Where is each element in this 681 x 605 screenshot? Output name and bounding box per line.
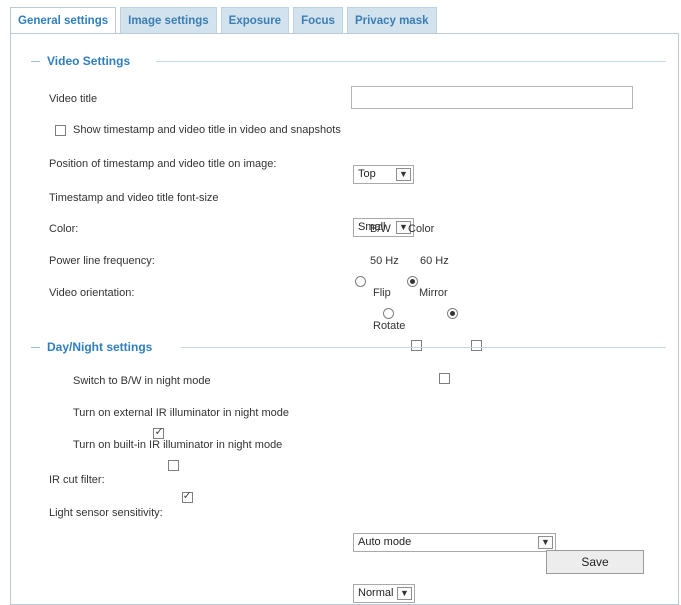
switch-bw-checkbox[interactable]: ✓ (153, 426, 165, 439)
video-orientation-label: Video orientation: (49, 287, 135, 299)
mirror-checkbox[interactable] (471, 340, 483, 351)
power-50hz-radio[interactable] (383, 308, 395, 319)
checkmark-icon: ✓ (154, 426, 164, 438)
tab-general-settings[interactable]: General settings (10, 7, 117, 34)
section-divider (181, 347, 666, 348)
flip-checkbox[interactable] (411, 340, 423, 351)
save-button[interactable]: Save (546, 550, 644, 574)
radio-selected-dot (450, 311, 456, 316)
font-size-label: Timestamp and video title font-size (49, 192, 219, 204)
power-line-label: Power line frequency: (49, 255, 155, 267)
light-sensor-select[interactable]: Normal ▼ (353, 584, 415, 603)
flip-label: Flip (373, 287, 391, 299)
tab-exposure[interactable]: Exposure (220, 7, 290, 33)
section-divider (156, 61, 666, 62)
settings-tabs: General settings Image settings Exposure… (10, 7, 441, 34)
day-night-title: Day/Night settings (47, 340, 153, 354)
rotate-label: Rotate (373, 320, 406, 332)
show-timestamp-label: Show timestamp and video title in video … (73, 124, 341, 136)
ir-cut-filter-value: Auto mode (358, 536, 412, 548)
tab-image-settings[interactable]: Image settings (120, 7, 217, 33)
power-60hz-radio[interactable] (447, 308, 459, 319)
rotate-checkbox[interactable] (439, 373, 451, 384)
video-title-input[interactable] (351, 86, 633, 109)
chevron-down-icon: ▼ (397, 587, 412, 600)
video-title-label: Video title (49, 93, 98, 105)
switch-bw-label: Switch to B/W in night mode (73, 375, 211, 387)
light-sensor-label: Light sensor sensitivity: (49, 507, 163, 519)
builtin-ir-checkbox[interactable]: ✓ (181, 490, 193, 503)
chevron-down-icon: ▼ (538, 536, 553, 549)
tab-focus[interactable]: Focus (293, 7, 343, 33)
color-label: Color: (49, 223, 79, 235)
radio-selected-dot (410, 279, 416, 284)
section-dash (31, 347, 40, 348)
show-timestamp-checkbox[interactable] (55, 125, 66, 136)
light-sensor-value: Normal (358, 587, 394, 599)
ir-cut-filter-select[interactable]: Auto mode ▼ (353, 533, 556, 552)
builtin-ir-label: Turn on built-in IR illuminator in night… (73, 439, 283, 451)
general-settings-panel: Video Settings Video title Show timestam… (10, 33, 679, 605)
position-label: Position of timestamp and video title on… (49, 158, 277, 170)
position-select[interactable]: Top ▼ (353, 165, 414, 184)
external-ir-label: Turn on external IR illuminator in night… (73, 407, 290, 419)
tab-privacy-mask[interactable]: Privacy mask (346, 7, 437, 33)
power-60hz-label: 60 Hz (420, 255, 449, 267)
section-dash (31, 61, 40, 62)
video-settings-title: Video Settings (47, 54, 131, 68)
ir-cut-filter-label: IR cut filter: (49, 474, 105, 486)
color-bw-label: B/W (370, 223, 391, 235)
mirror-label: Mirror (419, 287, 448, 299)
external-ir-checkbox[interactable] (167, 460, 179, 471)
chevron-down-icon: ▼ (396, 168, 411, 181)
position-select-value: Top (358, 168, 376, 180)
color-bw-radio[interactable] (355, 276, 366, 287)
checkmark-icon: ✓ (182, 490, 192, 502)
color-color-radio[interactable] (407, 276, 419, 287)
color-color-label: Color (408, 223, 435, 235)
power-50hz-label: 50 Hz (370, 255, 399, 267)
